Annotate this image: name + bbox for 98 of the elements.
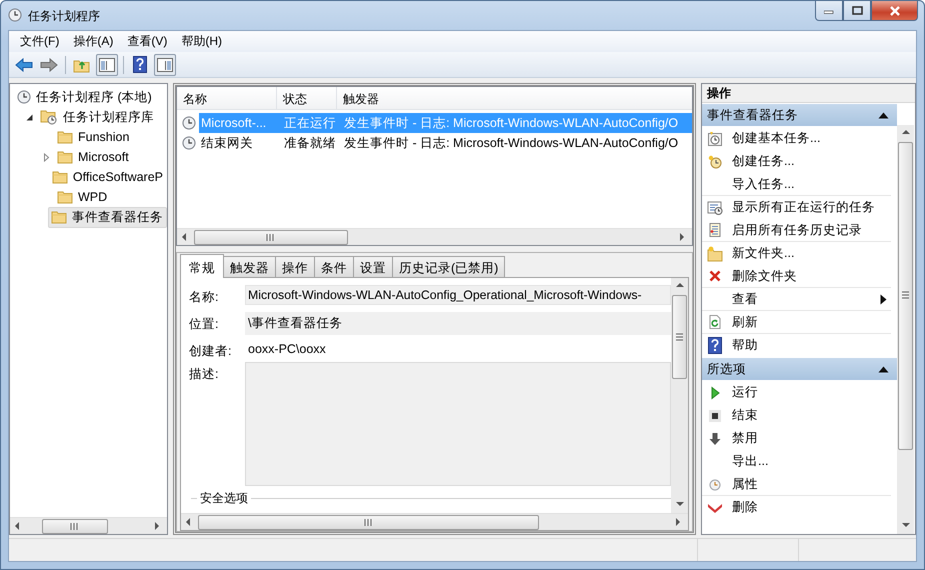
close-button[interactable]: [871, 1, 918, 21]
new-folder-icon: [707, 246, 723, 262]
calendar-clock-icon: [707, 130, 723, 146]
action-item[interactable]: 结束: [732, 407, 758, 424]
menu-item[interactable]: 操作(A): [66, 31, 120, 52]
tree-item[interactable]: 事件查看器任务: [48, 206, 167, 228]
action-item[interactable]: 创建任务...: [732, 153, 794, 170]
tree-item[interactable]: WPD: [54, 188, 112, 206]
show-tree-button[interactable]: [96, 54, 118, 76]
menu-item[interactable]: 帮助(H): [174, 31, 229, 52]
show-actions-button[interactable]: [154, 54, 176, 76]
menu-item[interactable]: 查看(V): [120, 31, 174, 52]
clock-icon: [707, 154, 723, 170]
refresh-icon: [707, 314, 723, 330]
horizontal-scrollbar[interactable]: [10, 517, 167, 534]
action-item[interactable]: 创建基本任务...: [732, 130, 820, 147]
clock-icon: [708, 477, 722, 491]
tree-item[interactable]: Funshion: [54, 128, 134, 146]
field-label: 描述:: [189, 366, 220, 383]
table-cell: 正在运行: [279, 113, 339, 133]
tree-item[interactable]: OfficeSoftwareP: [48, 168, 167, 186]
folder-icon: [57, 150, 73, 164]
action-item[interactable]: 导入任务...: [732, 176, 794, 192]
minimize-button[interactable]: [815, 1, 843, 21]
section-header[interactable]: 事件查看器任务: [702, 104, 897, 126]
action-item[interactable]: 刷新: [732, 314, 758, 330]
close-icon: [888, 6, 900, 16]
tab[interactable]: 历史记录(已禁用): [392, 256, 506, 277]
pane-title: 操作: [702, 84, 915, 103]
tab[interactable]: 条件: [314, 256, 354, 277]
tree-item[interactable]: 任务计划程序 (本地): [14, 86, 156, 108]
delete-icon: [708, 269, 722, 283]
grip-icon: [70, 523, 80, 530]
action-item[interactable]: 显示所有正在运行的任务: [732, 199, 875, 216]
help-icon[interactable]: [132, 56, 148, 73]
tab[interactable]: 操作: [275, 256, 315, 277]
section-header[interactable]: 所选项: [702, 358, 897, 380]
table-cell-text: 发生事件时 - 日志: Microsoft-Windows-WLAN-AutoConfig/O: [343, 134, 680, 152]
action-item[interactable]: 属性: [732, 476, 758, 492]
column-header[interactable]: 触发器: [337, 87, 692, 109]
task-icon: [182, 136, 196, 150]
action-item[interactable]: 删除: [732, 499, 758, 516]
table-cell: 发生事件时 - 日志: Microsoft-Windows-WLAN-AutoConfig/O: [339, 113, 692, 133]
menu-item[interactable]: 文件(F): [13, 31, 66, 52]
column-header[interactable]: 状态: [277, 87, 337, 109]
field-label: 名称:: [189, 289, 220, 306]
location-field[interactable]: \事件查看器任务: [245, 312, 671, 335]
expander-icon[interactable]: [25, 112, 34, 122]
folder-clock-icon: [40, 109, 58, 125]
action-item[interactable]: 导出...: [732, 453, 768, 470]
table-cell-text: 准备就绪: [283, 134, 337, 152]
maximize-button[interactable]: [843, 1, 871, 21]
author-field[interactable]: ooxx-PC\ooxx: [245, 339, 671, 359]
grip-icon: [364, 519, 373, 526]
column-header[interactable]: 名称: [177, 87, 277, 109]
grip-icon: [266, 234, 276, 241]
field-label: 位置:: [189, 316, 220, 333]
tab[interactable]: 触发器: [223, 256, 276, 277]
table-cell[interactable]: 结束网关: [199, 133, 279, 153]
tab[interactable]: 常规: [180, 254, 224, 278]
chevron-icon: [707, 502, 723, 512]
folder-icon: [51, 210, 67, 224]
tree-item[interactable]: Microsoft: [54, 148, 133, 166]
clock-icon: [17, 90, 31, 104]
action-item[interactable]: 运行: [732, 384, 758, 401]
collapse-icon[interactable]: [878, 112, 889, 118]
action-item[interactable]: 帮助: [732, 337, 758, 354]
horizontal-scrollbar[interactable]: [177, 228, 692, 245]
action-item[interactable]: 删除文件夹: [732, 268, 797, 284]
group-title: 安全选项: [200, 490, 248, 507]
folder-icon: [57, 190, 73, 204]
minimize-icon: [824, 8, 834, 14]
horizontal-scrollbar[interactable]: [181, 513, 688, 530]
tree-item[interactable]: 任务计划程序库: [37, 106, 158, 128]
grip-icon: [676, 332, 683, 342]
grip-icon: [902, 291, 909, 300]
tab[interactable]: 设置: [353, 256, 393, 277]
action-item[interactable]: 禁用: [732, 430, 758, 447]
list-clock-icon: [707, 200, 723, 216]
description-field[interactable]: [245, 362, 671, 486]
collapse-icon[interactable]: [878, 366, 889, 372]
help-icon: [707, 337, 723, 354]
vertical-scrollbar[interactable]: [897, 125, 914, 534]
folder-icon: [52, 170, 68, 184]
app-icon: [8, 8, 22, 22]
maximize-icon: [852, 6, 862, 15]
name-field[interactable]: Microsoft-Windows-WLAN-AutoConfig_Operational_Microsoft-Windows-: [245, 285, 671, 305]
down-arrow-icon: [708, 432, 722, 446]
document-icon: [707, 222, 723, 238]
folder-icon: [57, 130, 73, 144]
task-icon: [182, 116, 196, 130]
vertical-scrollbar[interactable]: [671, 278, 688, 513]
stop-icon: [708, 408, 722, 422]
window-title: 任务计划程序: [28, 8, 100, 25]
action-item[interactable]: 启用所有任务历史记录: [732, 222, 862, 238]
field-label: 创建者:: [189, 343, 232, 360]
action-item[interactable]: 查看: [732, 290, 758, 308]
action-item[interactable]: 新文件夹...: [732, 245, 794, 262]
